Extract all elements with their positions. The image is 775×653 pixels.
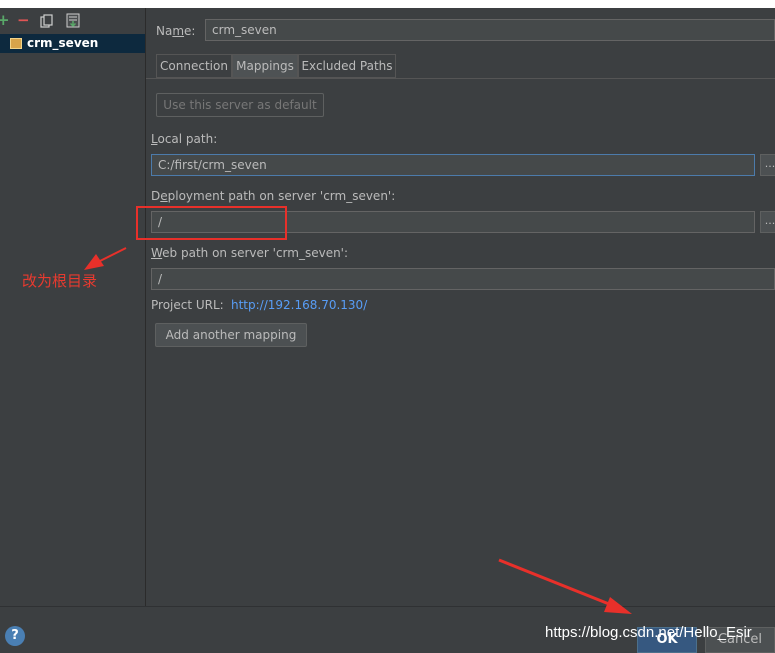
arrow-to-deploy-path [84, 247, 127, 270]
annotation-arrows [84, 247, 632, 614]
arrow-to-ok [498, 558, 632, 614]
